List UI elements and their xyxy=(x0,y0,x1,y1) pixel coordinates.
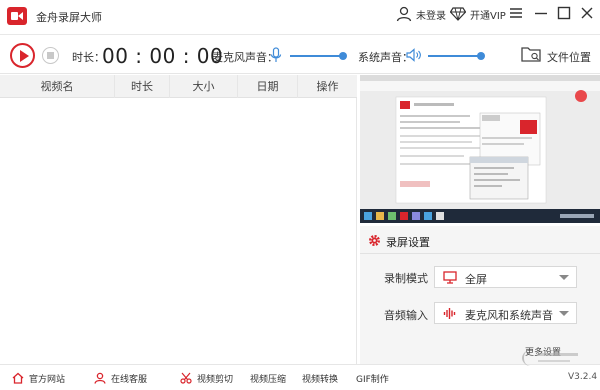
record-mode-value: 全屏 xyxy=(465,273,487,286)
online-support-label: 在线客服 xyxy=(111,374,148,385)
vip-button[interactable]: 开通VIP xyxy=(450,5,506,23)
record-mode-label: 录制模式 xyxy=(384,272,428,285)
audio-input-label: 音频输入 xyxy=(384,309,428,322)
record-mode-select[interactable]: 全屏 xyxy=(434,266,577,288)
column-header-action[interactable]: 操作 xyxy=(298,75,357,98)
preview-desktop-image xyxy=(360,75,600,223)
close-icon[interactable] xyxy=(579,5,595,21)
home-icon xyxy=(12,372,24,384)
official-site-label: 官方网站 xyxy=(29,374,66,385)
app-logo-icon xyxy=(7,7,27,25)
mic-volume-slider[interactable] xyxy=(290,52,347,60)
diamond-icon xyxy=(450,7,466,21)
chevron-down-icon xyxy=(559,275,569,280)
watermark-logo-icon xyxy=(522,350,578,366)
column-header-duration[interactable]: 时长 xyxy=(115,75,170,98)
mic-volume-knob[interactable] xyxy=(339,52,347,60)
system-volume-label: 系统声音： xyxy=(358,51,413,64)
login-button[interactable]: 未登录 xyxy=(396,5,446,23)
video-convert-link[interactable]: 视频转换 xyxy=(302,371,338,385)
record-timer: 00 : 00 : 00 xyxy=(102,44,224,68)
minimize-icon[interactable] xyxy=(533,5,549,21)
system-volume-slider[interactable] xyxy=(428,52,485,60)
video-cut-label: 视频剪切 xyxy=(197,374,234,385)
video-cut-link[interactable]: 视频剪切 xyxy=(180,371,233,385)
record-toolbar: 时长： 00 : 00 : 00 麦克风声音： 系统声音： 文件位置 xyxy=(0,34,600,74)
scissors-icon xyxy=(180,372,192,384)
duration-label: 时长： xyxy=(72,51,105,64)
record-button[interactable] xyxy=(10,43,35,68)
stop-button[interactable] xyxy=(42,47,59,64)
microphone-icon[interactable] xyxy=(270,47,282,63)
sound-wave-icon xyxy=(443,308,456,319)
gif-maker-link[interactable]: GIF制作 xyxy=(356,371,389,385)
file-location-button[interactable]: 文件位置 xyxy=(547,49,591,65)
online-support-link[interactable]: 在线客服 xyxy=(94,371,147,385)
user-icon xyxy=(396,6,412,22)
version-label: V3.2.4 xyxy=(568,372,598,382)
system-volume-knob[interactable] xyxy=(477,52,485,60)
record-settings-header: 录屏设置 xyxy=(360,226,600,254)
video-compress-label: 视频压缩 xyxy=(250,374,287,385)
bottom-bar: 官方网站 在线客服 视频剪切 视频压缩 视频转换 GIF制作 xyxy=(0,364,600,390)
login-label: 未登录 xyxy=(416,10,446,22)
gif-maker-label: GIF制作 xyxy=(356,374,389,385)
video-compress-link[interactable]: 视频压缩 xyxy=(250,371,286,385)
app-title: 金舟录屏大师 xyxy=(36,11,102,24)
title-bar: 金舟录屏大师 未登录 开通VIP xyxy=(0,0,600,32)
column-header-size[interactable]: 大小 xyxy=(170,75,238,98)
gear-icon xyxy=(369,235,380,246)
video-list xyxy=(0,98,357,364)
mic-volume-label: 麦克风声音： xyxy=(212,51,278,64)
vip-label: 开通VIP xyxy=(470,10,506,22)
speaker-icon[interactable] xyxy=(406,48,422,62)
audio-input-select[interactable]: 麦克风和系统声音 xyxy=(434,302,577,324)
folder-icon[interactable] xyxy=(521,45,541,63)
audio-input-value: 麦克风和系统声音 xyxy=(465,309,553,322)
monitor-icon xyxy=(443,271,457,284)
column-header-date[interactable]: 日期 xyxy=(238,75,298,98)
menu-icon[interactable] xyxy=(508,5,524,21)
screen-preview xyxy=(360,75,600,223)
video-table-header: 视频名 时长 大小 日期 操作 xyxy=(0,75,357,98)
video-convert-label: 视频转换 xyxy=(302,374,339,385)
record-settings-title: 录屏设置 xyxy=(386,236,430,249)
chevron-down-icon xyxy=(559,311,569,316)
maximize-icon[interactable] xyxy=(556,5,572,21)
column-header-name[interactable]: 视频名 xyxy=(0,75,115,98)
official-site-link[interactable]: 官方网站 xyxy=(12,371,65,385)
support-icon xyxy=(94,372,106,384)
